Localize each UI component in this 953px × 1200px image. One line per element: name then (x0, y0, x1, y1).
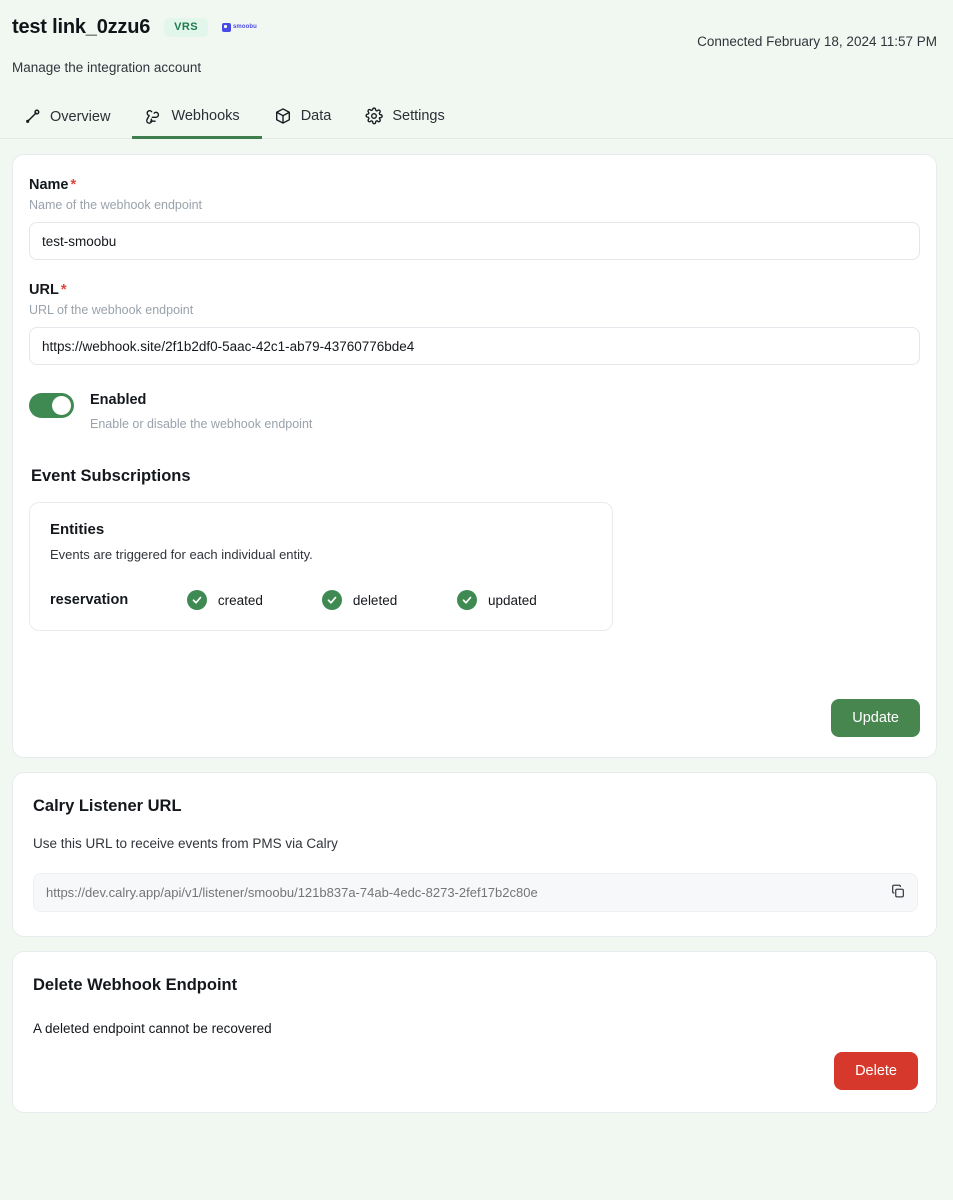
tab-settings-label: Settings (392, 108, 445, 124)
enabled-hint: Enable or disable the webhook endpoint (90, 417, 313, 431)
url-label-text: URL (29, 282, 59, 298)
event-toggle-updated[interactable]: updated (456, 590, 592, 610)
link-icon (24, 108, 41, 125)
check-icon (321, 590, 342, 610)
event-label-deleted: deleted (352, 592, 398, 608)
url-input[interactable] (29, 327, 920, 365)
toggle-knob (52, 396, 71, 415)
delete-section-description: A deleted endpoint cannot be recovered (33, 1021, 272, 1036)
enabled-label: Enabled (90, 392, 147, 408)
enabled-toggle[interactable] (29, 393, 74, 418)
status-badge: VRS (164, 17, 208, 37)
event-label-created: created (217, 592, 263, 608)
tab-settings[interactable]: Settings (353, 101, 466, 139)
tab-webhooks[interactable]: Webhooks (132, 101, 262, 139)
copy-url-button[interactable] (888, 881, 908, 904)
entities-title: Entities (50, 521, 105, 538)
name-input[interactable] (29, 222, 920, 260)
check-icon (186, 590, 207, 610)
form-actions: Update (29, 699, 920, 737)
event-toggle-deleted[interactable]: deleted (321, 590, 457, 610)
tab-overview[interactable]: Overview (12, 102, 132, 139)
event-toggle-created[interactable]: created (186, 590, 322, 610)
tab-webhooks-label: Webhooks (171, 108, 240, 124)
update-button[interactable]: Update (831, 699, 920, 737)
listener-url-description: Use this URL to receive events from PMS … (33, 836, 338, 851)
event-label-updated: updated (487, 592, 537, 608)
url-field-group: URL * URL of the webhook endpoint (29, 282, 920, 365)
listener-url-title: Calry Listener URL (33, 797, 182, 815)
smoobu-logo: smoobu (222, 22, 257, 32)
url-hint: URL of the webhook endpoint (29, 303, 194, 317)
smoobu-mark-icon (222, 22, 231, 32)
delete-webhook-card: Delete Webhook Endpoint A deleted endpoi… (12, 951, 937, 1113)
gear-icon (365, 107, 384, 125)
header-title-row: test link_0zzu6 VRS smoobu Connected Feb… (12, 14, 937, 49)
check-icon (456, 590, 477, 610)
tab-data[interactable]: Data (262, 101, 354, 139)
page-title: test link_0zzu6 (12, 16, 151, 38)
name-label-text: Name (29, 177, 69, 193)
page-subtitle: Manage the integration account (12, 60, 202, 75)
name-label: Name * (29, 177, 920, 193)
entities-hint: Events are triggered for each individual… (50, 547, 313, 562)
delete-actions: Delete (33, 1052, 918, 1090)
listener-url-input[interactable] (33, 873, 918, 912)
name-hint: Name of the webhook endpoint (29, 198, 203, 212)
entities-panel: Entities Events are triggered for each i… (29, 502, 613, 631)
tab-overview-label: Overview (50, 108, 111, 125)
cube-icon (274, 107, 292, 125)
listener-url-field-wrap (33, 873, 918, 912)
webhook-form-card: Name* Name of the webhook endpoint URL* … (12, 154, 937, 758)
enabled-text-block: Enabled Enable or disable the webhook en… (90, 391, 312, 431)
table-row: reservation created deleted updated (50, 590, 592, 610)
delete-section-title: Delete Webhook Endpoint (33, 976, 238, 994)
page-header: test link_0zzu6 VRS smoobu Connected Feb… (0, 0, 953, 75)
event-subscriptions-title: Event Subscriptions (31, 467, 191, 485)
copy-icon (890, 883, 906, 902)
url-label: URL * (29, 282, 920, 298)
name-required-mark: * (70, 177, 77, 193)
name-field-group: Name * Name of the webhook endpoint (29, 177, 920, 260)
connected-timestamp: Connected February 18, 2024 11:57 PM (697, 34, 937, 49)
smoobu-wordmark: smoobu (233, 24, 257, 30)
tab-bar: Overview Webhooks Data Settings (0, 101, 953, 139)
entity-name: reservation (50, 592, 129, 608)
webhook-icon (144, 107, 162, 125)
url-required-mark: * (60, 282, 67, 298)
header-identity: test link_0zzu6 VRS smoobu (12, 14, 257, 40)
enabled-toggle-row: Enabled Enable or disable the webhook en… (29, 391, 920, 431)
delete-button[interactable]: Delete (834, 1052, 918, 1090)
listener-url-card: Calry Listener URL Use this URL to recei… (12, 772, 937, 937)
tab-data-label: Data (300, 108, 332, 124)
webhook-endpoint-page: test link_0zzu6 VRS smoobu Connected Feb… (0, 0, 953, 1200)
